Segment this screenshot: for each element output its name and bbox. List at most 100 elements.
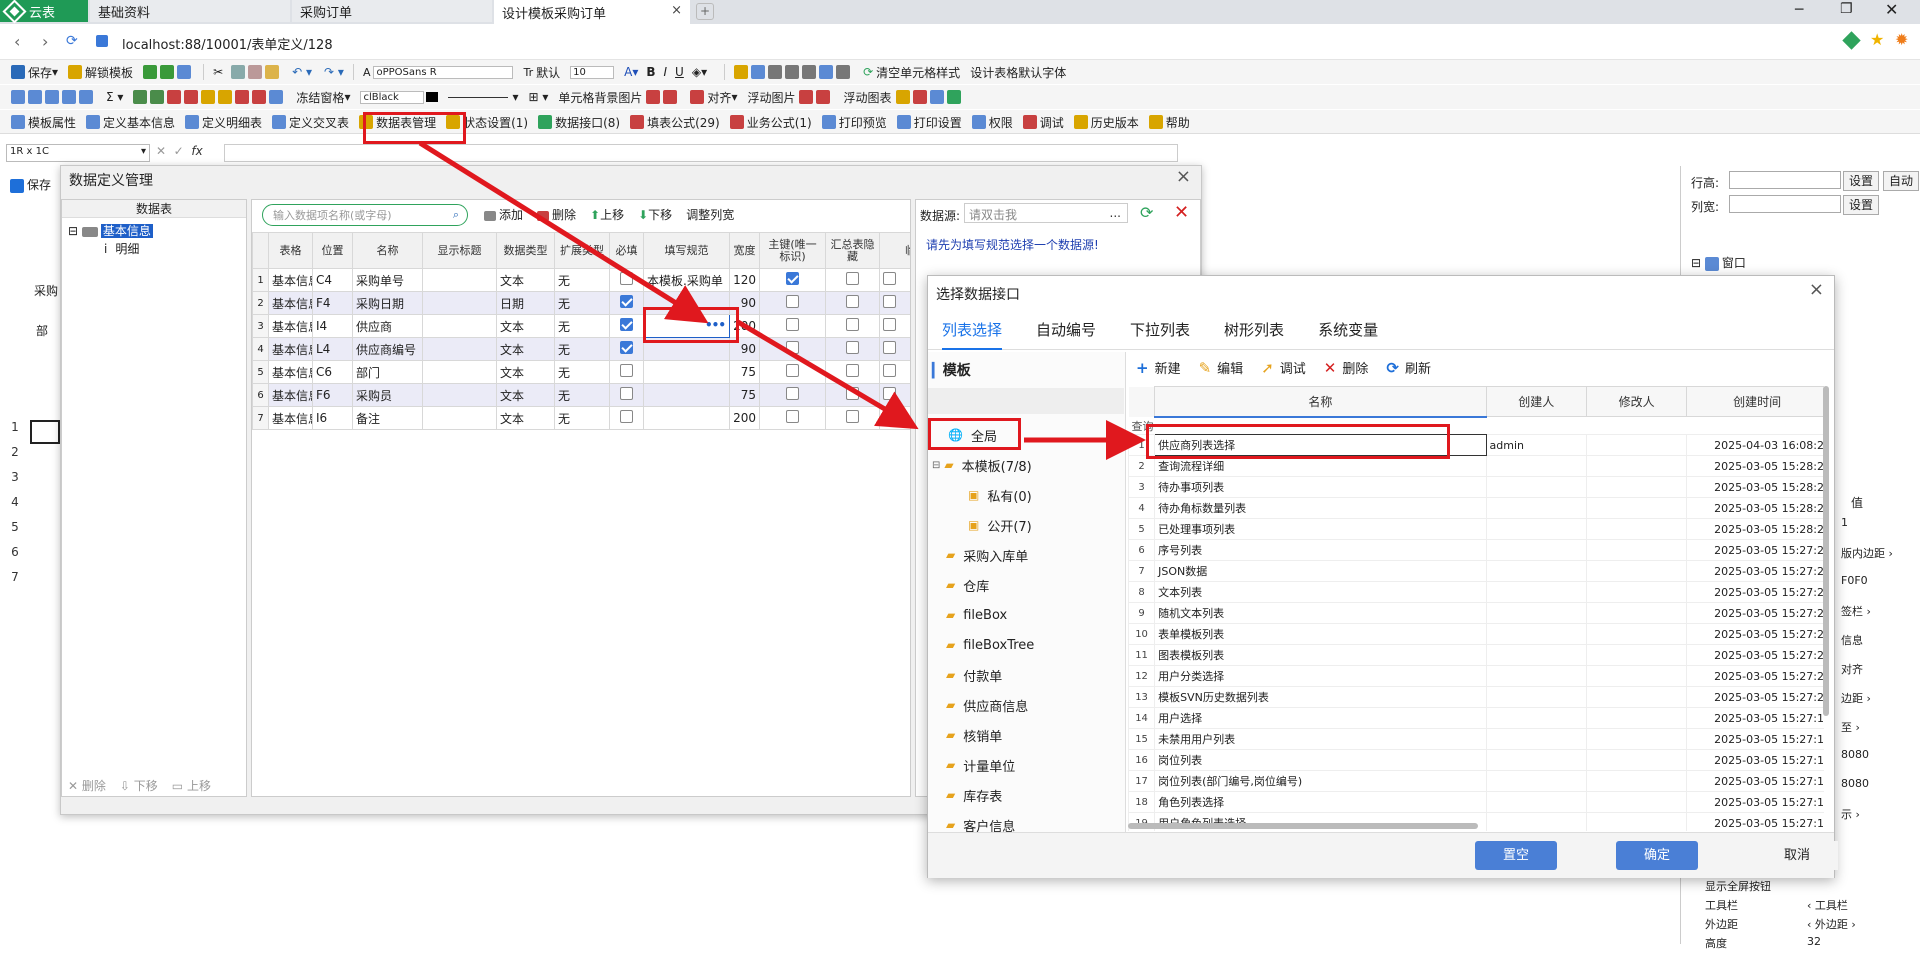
position-cell[interactable]: L4	[312, 337, 353, 361]
selected-cell[interactable]	[30, 420, 60, 444]
tab-3[interactable]: 树形列表	[1224, 310, 1284, 350]
font-default[interactable]: Tr 默认	[518, 61, 565, 83]
pk-cell[interactable]	[759, 406, 826, 430]
toolbar-3-item[interactable]: 定义基本信息	[81, 111, 180, 133]
interface-row[interactable]: 3 待办事项列表 2025-03-05 15:28:2	[1128, 476, 1824, 498]
gear-icon[interactable]: ✹	[1895, 30, 1908, 49]
col-width-set-button[interactable]: 设置	[1843, 195, 1879, 215]
tree-item[interactable]: ▰ 仓库	[928, 570, 1125, 600]
back-icon[interactable]: ‹	[14, 32, 20, 51]
pk-checkbox[interactable]	[786, 341, 799, 354]
width-cell[interactable]: 120	[729, 268, 760, 292]
pk-checkbox[interactable]	[786, 410, 799, 423]
pk-cell[interactable]	[759, 360, 826, 384]
temp-checkbox[interactable]	[883, 410, 896, 423]
vertical-scrollbar[interactable]	[1823, 386, 1829, 716]
display-title-cell[interactable]	[422, 383, 497, 407]
sum-button[interactable]: Σ ▾	[101, 86, 128, 108]
type-cell[interactable]: 文本	[496, 337, 555, 361]
tree-item[interactable]: ▰ 付款单	[928, 660, 1125, 690]
name-cell[interactable]: 供应商编号	[352, 337, 423, 361]
row-header[interactable]: 2	[0, 445, 30, 470]
col-width-input[interactable]	[1729, 195, 1841, 213]
hide-checkbox[interactable]	[846, 341, 859, 354]
collapse-icon[interactable]: ⊟	[932, 460, 940, 471]
required-checkbox[interactable]	[620, 318, 633, 331]
display-title-cell[interactable]	[422, 291, 497, 315]
table-cell[interactable]: 基本信息	[268, 291, 313, 315]
cell-bg-button[interactable]: 单元格背景图片	[553, 86, 685, 108]
temp-cell[interactable]	[879, 314, 910, 338]
required-cell[interactable]	[609, 360, 644, 384]
field-row[interactable]: 4基本信息L4供应商编号文本无90	[252, 337, 910, 361]
adjust-width-button[interactable]: 调整列宽	[686, 206, 734, 223]
name-cell[interactable]: 部门	[352, 360, 423, 384]
window-close-button[interactable]: ✕	[1885, 0, 1898, 19]
pk-cell[interactable]	[759, 291, 826, 315]
datasource-input[interactable]: 请双击我...	[964, 203, 1128, 223]
hide-checkbox[interactable]	[846, 387, 859, 400]
rule-cell[interactable]: 本模板.采购单	[643, 268, 730, 292]
column-header[interactable]: 必填	[609, 232, 644, 269]
rule-cell[interactable]	[643, 360, 730, 384]
interface-name[interactable]: 岗位列表	[1154, 749, 1487, 771]
toolbar-3-item[interactable]: 帮助	[1144, 111, 1195, 133]
row-header[interactable]: 1	[0, 420, 30, 445]
interface-row[interactable]: 12 用户分类选择 2025-03-05 15:27:2	[1128, 665, 1824, 687]
interface-row[interactable]: 6 序号列表 2025-03-05 15:27:2	[1128, 539, 1824, 561]
interface-row[interactable]: 8 文本列表 2025-03-05 15:27:2	[1128, 581, 1824, 603]
new-tab-button[interactable]: +	[696, 3, 714, 20]
tab-0[interactable]: 列表选择	[942, 310, 1003, 350]
pk-checkbox[interactable]	[786, 272, 799, 285]
required-cell[interactable]	[609, 337, 644, 361]
ok-button[interactable]: 确定	[1616, 841, 1698, 870]
required-checkbox[interactable]	[620, 364, 633, 377]
tab-purchase-order[interactable]: 采购订单	[292, 0, 492, 22]
refresh-icon[interactable]: ⟳	[1140, 203, 1153, 222]
url-text[interactable]: localhost:88/10001/表单定义/128	[122, 34, 333, 53]
interface-name[interactable]: 待办事项列表	[1154, 476, 1487, 498]
field-row[interactable]: 7基本信息I6备注 文本无 200	[252, 406, 910, 430]
tree-item[interactable]: ▰ 计量单位	[928, 750, 1125, 780]
undo-redo[interactable]: ↶ ▾ ↷ ▾	[287, 61, 349, 83]
required-checkbox[interactable]	[620, 410, 633, 423]
pk-checkbox[interactable]	[786, 295, 799, 308]
column-header[interactable]: 创建人	[1485, 386, 1587, 417]
hide-cell[interactable]	[825, 406, 880, 430]
clear-icon[interactable]: ✕	[1174, 202, 1189, 223]
row-header[interactable]: 6	[0, 545, 30, 570]
position-cell[interactable]: C4	[312, 268, 353, 292]
hide-checkbox[interactable]	[846, 295, 859, 308]
tree-item[interactable]: ▣ 私有(0)	[928, 480, 1125, 510]
interface-action-button[interactable]: ➚ 调试	[1261, 358, 1306, 377]
interface-action-button[interactable]: ⟳ 刷新	[1386, 358, 1431, 377]
column-header[interactable]: 主键(唯一标识)	[759, 232, 826, 269]
tree-item[interactable]: ▰ 客户信息	[928, 810, 1125, 832]
interface-name[interactable]: 未禁用用户列表	[1154, 728, 1487, 750]
clear-style-button[interactable]: ⟳ 清空单元格样式	[858, 61, 965, 83]
temp-cell[interactable]	[879, 406, 910, 430]
interface-name[interactable]: 表单模板列表	[1154, 623, 1487, 645]
row-height-input[interactable]	[1729, 171, 1841, 189]
hide-checkbox[interactable]	[846, 272, 859, 285]
row-header[interactable]: 7	[0, 570, 30, 595]
row-header[interactable]: 4	[0, 495, 30, 520]
type-cell[interactable]: 文本	[496, 314, 555, 338]
tree-item[interactable]: ▰ 供应商信息	[928, 690, 1125, 720]
unlock-template-button[interactable]: 解锁模板	[63, 61, 138, 83]
name-cell[interactable]: 采购单号	[352, 268, 423, 292]
tree-down-button[interactable]: ⇩ 下移	[120, 777, 158, 794]
width-cell[interactable]: 75	[729, 383, 760, 407]
tree-item[interactable]: ▰ 核销单	[928, 720, 1125, 750]
tree-item[interactable]: ▰ fileBox	[928, 600, 1125, 630]
interface-name[interactable]: 角色列表选择	[1154, 791, 1487, 813]
interface-row[interactable]: 5 已处理事项列表 2025-03-05 15:28:2	[1128, 518, 1824, 540]
color-select[interactable]: clBlack	[355, 86, 443, 108]
prop-row[interactable]: 高度 32	[1687, 935, 1917, 954]
align-button[interactable]: 对齐 ▾	[685, 86, 742, 108]
align-icons[interactable]	[729, 61, 858, 83]
interface-action-button[interactable]: ✎ 编辑	[1199, 358, 1244, 377]
toolbar-3-item[interactable]: 历史版本	[1069, 111, 1144, 133]
line-style-select[interactable]: ▾	[443, 86, 523, 108]
edit-icons[interactable]: ✂	[208, 61, 287, 83]
